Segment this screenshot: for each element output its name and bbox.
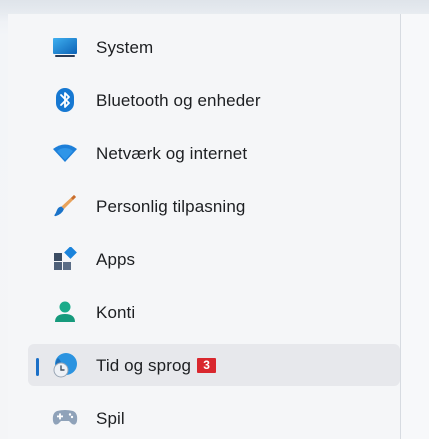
nav-item-network-internet[interactable]: Netværk og internet [28,132,400,174]
display-icon [52,34,78,60]
settings-navigation-panel: System Bluetooth og enheder Netværk og i… [8,14,401,439]
nav-item-label-text: Tid og sprog [96,356,192,375]
nav-item-label: System [96,38,154,57]
settings-content-pane [401,14,429,439]
nav-item-apps[interactable]: Apps [28,238,400,280]
nav-item-label: Bluetooth og enheder [96,91,261,110]
apps-icon [52,246,78,272]
callout-number-badge: 3 [197,358,217,373]
nav-item-label: Apps [96,250,136,269]
nav-item-label: Tid og sprog 3 [96,356,217,376]
account-icon [52,299,78,325]
nav-item-label: Personlig tilpasning [96,197,246,216]
paintbrush-icon [52,193,78,219]
bluetooth-icon [52,87,78,113]
settings-window: System Bluetooth og enheder Netværk og i… [0,0,429,439]
nav-item-label: Netværk og internet [96,144,248,163]
nav-item-bluetooth-devices[interactable]: Bluetooth og enheder [28,79,400,121]
nav-item-personalization[interactable]: Personlig tilpasning [28,185,400,227]
wifi-icon [52,140,78,166]
nav-item-label: Spil [96,409,125,428]
selection-indicator [36,358,39,376]
nav-item-time-language[interactable]: Tid og sprog 3 [28,344,400,386]
gamepad-icon [52,405,78,431]
nav-item-accounts[interactable]: Konti [28,291,400,333]
time-language-icon [52,352,78,378]
nav-item-label: Konti [96,303,136,322]
nav-item-gaming[interactable]: Spil [28,397,400,439]
nav-item-system[interactable]: System [28,26,400,68]
